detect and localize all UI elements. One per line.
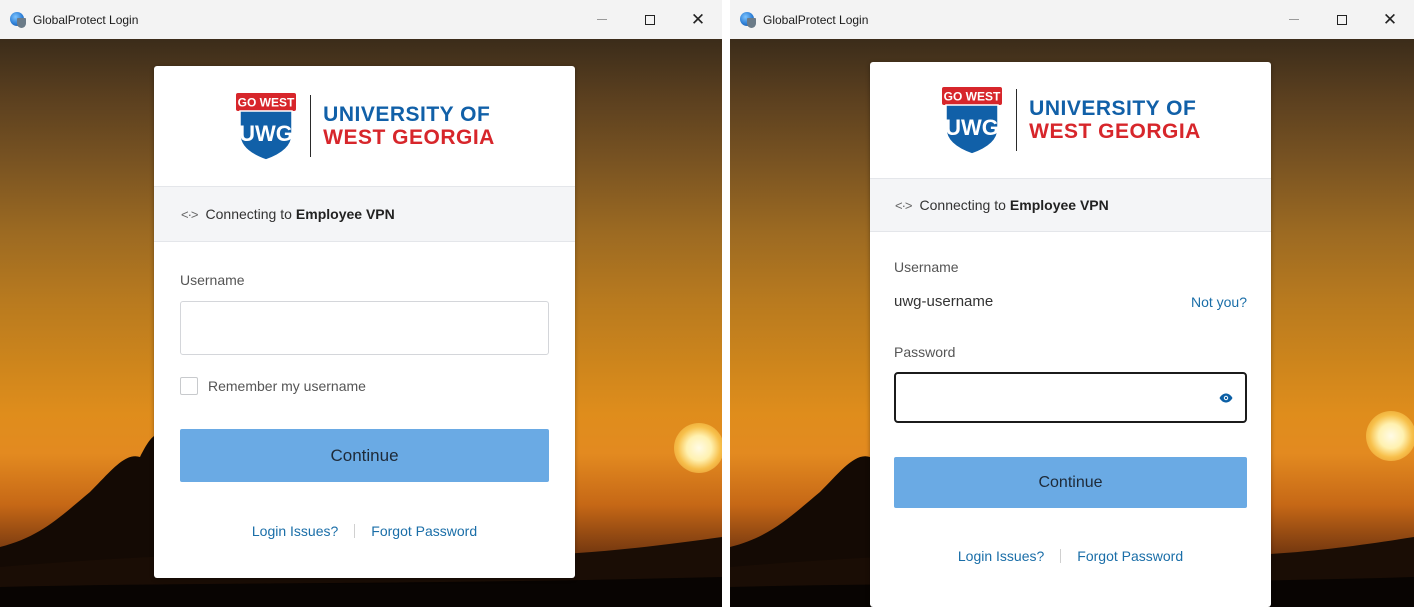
maximize-button[interactable] <box>1318 0 1366 39</box>
minimize-button[interactable] <box>1270 0 1318 39</box>
remember-username-label: Remember my username <box>208 378 366 394</box>
close-icon: ✕ <box>1382 9 1398 29</box>
login-issues-link[interactable]: Login Issues? <box>252 523 338 539</box>
username-row: uwg-username Not you? <box>894 293 1247 310</box>
not-you-link[interactable]: Not you? <box>1191 294 1247 310</box>
help-links: Login Issues? Forgot Password <box>894 548 1247 564</box>
remember-username-row[interactable]: Remember my username <box>180 377 549 395</box>
network-name: Employee VPN <box>1009 197 1109 213</box>
maximize-icon <box>1337 14 1347 25</box>
login-issues-link[interactable]: Login Issues? <box>958 548 1044 564</box>
connect-arrows-icon: <·> <box>895 197 912 213</box>
eye-icon[interactable] <box>1219 393 1233 402</box>
globalprotect-app-icon <box>740 11 756 28</box>
title-bar[interactable]: GlobalProtect Login ✕ <box>730 0 1414 39</box>
svg-text:UWG: UWG <box>945 115 999 140</box>
svg-text:GO WEST: GO WEST <box>238 96 295 110</box>
university-name: UNIVERSITY OF WEST GEORGIA <box>1029 97 1201 143</box>
login-card: GO WEST UWG UNIVERSITY OF WEST GEORGIA <… <box>154 66 575 578</box>
password-input[interactable] <box>894 372 1247 423</box>
connecting-prefix: Connecting to <box>919 197 1006 213</box>
uwg-shield-logo: GO WEST UWG <box>236 93 297 161</box>
uwg-logo: GO WEST UWG UNIVERSITY OF WEST GEORGIA <box>940 85 1201 155</box>
network-name: Employee VPN <box>295 206 395 222</box>
username-label: Username <box>894 259 959 275</box>
globalprotect-app-icon <box>10 11 26 28</box>
close-button[interactable]: ✕ <box>674 0 722 39</box>
minimize-icon <box>1289 19 1299 20</box>
svg-text:UWG: UWG <box>239 121 293 146</box>
username-label: Username <box>180 272 245 288</box>
logo-area: GO WEST UWG UNIVERSITY OF WEST GEORGIA <box>154 66 575 186</box>
window-title: GlobalProtect Login <box>33 12 139 27</box>
maximize-button[interactable] <box>626 0 674 39</box>
globalprotect-window-password-step: GlobalProtect Login ✕ GO WEST UWG UNIVER… <box>730 0 1414 607</box>
close-button[interactable]: ✕ <box>1366 0 1414 39</box>
login-card: GO WEST UWG UNIVERSITY OF WEST GEORGIA <… <box>870 62 1271 607</box>
password-label: Password <box>894 344 956 360</box>
globalprotect-window-username-step: GlobalProtect Login ✕ GO WEST UWG UNIVER… <box>0 0 722 607</box>
uwg-shield-logo: GO WEST UWG <box>942 87 1003 155</box>
logo-area: GO WEST UWG UNIVERSITY OF WEST GEORGIA <box>870 62 1271 178</box>
minimize-button[interactable] <box>578 0 626 39</box>
connecting-banner: <·> Connecting to Employee VPN <box>870 178 1271 232</box>
window-title: GlobalProtect Login <box>763 12 869 27</box>
continue-button[interactable]: Continue <box>180 429 549 482</box>
username-value: uwg-username <box>894 293 994 310</box>
uwg-logo: GO WEST UWG UNIVERSITY OF WEST GEORGIA <box>234 91 495 161</box>
university-name: UNIVERSITY OF WEST GEORGIA <box>323 103 495 149</box>
svg-text:GO WEST: GO WEST <box>944 90 1001 104</box>
maximize-icon <box>645 14 655 25</box>
title-bar[interactable]: GlobalProtect Login ✕ <box>0 0 722 39</box>
help-links: Login Issues? Forgot Password <box>180 523 549 539</box>
remember-username-checkbox[interactable] <box>180 377 198 395</box>
connect-arrows-icon: <·> <box>181 206 198 222</box>
continue-button[interactable]: Continue <box>894 457 1247 508</box>
forgot-password-link[interactable]: Forgot Password <box>371 523 477 539</box>
username-input[interactable] <box>180 301 549 355</box>
close-icon: ✕ <box>690 9 706 29</box>
connecting-banner: <·> Connecting to Employee VPN <box>154 186 575 242</box>
forgot-password-link[interactable]: Forgot Password <box>1077 548 1183 564</box>
connecting-prefix: Connecting to <box>205 206 292 222</box>
minimize-icon <box>597 19 607 20</box>
